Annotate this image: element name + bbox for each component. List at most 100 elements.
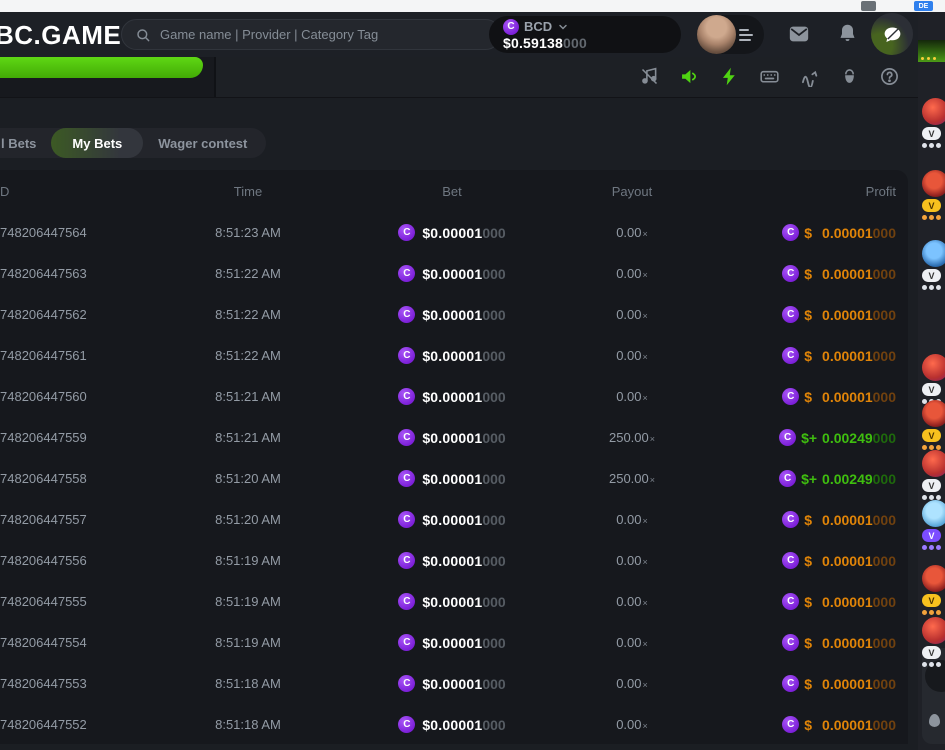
bet-payout: 0.00× bbox=[558, 389, 706, 404]
profit-sign: $ bbox=[804, 676, 812, 692]
bet-trailing-zeros: 000 bbox=[482, 553, 505, 569]
bet-amount: C$0.00001000 bbox=[346, 716, 558, 733]
table-row[interactable]: 7482064475638:51:22 AMC$0.000010000.00×C… bbox=[0, 253, 908, 294]
table-row[interactable]: 7482064475618:51:22 AMC$0.000010000.00×C… bbox=[0, 335, 908, 376]
user-menu[interactable] bbox=[697, 15, 764, 54]
chat-message-edge[interactable]: V bbox=[922, 98, 945, 148]
table-row[interactable]: 7482064475648:51:23 AMC$0.000010000.00×C… bbox=[0, 212, 908, 253]
bcd-coin-icon: C bbox=[398, 634, 415, 651]
chat-toggle-button[interactable] bbox=[871, 13, 913, 55]
balance-widget: C BCD $0.59138000 Wallet bbox=[489, 16, 681, 53]
chat-avatar[interactable] bbox=[922, 98, 945, 125]
bet-time: 8:51:20 AM bbox=[150, 471, 346, 486]
bet-profit: C$0.00001000 bbox=[706, 634, 896, 651]
chat-message-edge[interactable]: V bbox=[922, 500, 945, 550]
site-logo[interactable]: BC.GAME bbox=[0, 20, 121, 51]
chat-avatar[interactable] bbox=[922, 565, 945, 592]
chat-avatar[interactable] bbox=[922, 500, 945, 527]
bcd-coin-icon: C bbox=[398, 716, 415, 733]
multiplier-symbol: × bbox=[643, 721, 648, 731]
table-row[interactable]: 7482064475558:51:19 AMC$0.000010000.00×C… bbox=[0, 581, 908, 622]
tab-wager-contest[interactable]: Wager contest bbox=[143, 128, 262, 158]
bet-payout: 0.00× bbox=[558, 594, 706, 609]
chat-message-edge[interactable]: V bbox=[922, 617, 945, 667]
bet-trailing-zeros: 000 bbox=[482, 348, 505, 364]
vip-badge: V bbox=[922, 269, 941, 282]
browser-extension-de-badge[interactable]: DE bbox=[914, 1, 933, 11]
column-header-time: Time bbox=[150, 184, 346, 199]
profit-sign: $+ bbox=[801, 430, 817, 446]
bet-id: 748206447555 bbox=[0, 594, 150, 609]
browser-extension-icon[interactable] bbox=[861, 1, 876, 11]
table-row[interactable]: 7482064475578:51:20 AMC$0.000010000.00×C… bbox=[0, 499, 908, 540]
profit-sign: $ bbox=[804, 635, 812, 651]
chat-message-edge[interactable]: V bbox=[922, 354, 945, 404]
table-row[interactable]: 7482064475538:51:18 AMC$0.000010000.00×C… bbox=[0, 663, 908, 704]
bet-profit: C$0.00001000 bbox=[706, 593, 896, 610]
chat-message-edge[interactable]: V bbox=[922, 565, 945, 615]
bet-time: 8:51:23 AM bbox=[150, 225, 346, 240]
profit-trailing-zeros: 000 bbox=[873, 225, 896, 241]
bet-profit: C$+0.00249000 bbox=[706, 470, 896, 487]
bet-button-edge[interactable] bbox=[0, 57, 203, 78]
table-row[interactable]: 7482064475588:51:20 AMC$0.00001000250.00… bbox=[0, 458, 908, 499]
chat-avatar[interactable] bbox=[922, 450, 945, 477]
profit-trailing-zeros: 000 bbox=[873, 635, 896, 651]
chat-avatar[interactable] bbox=[922, 617, 945, 644]
tab-l-bets[interactable]: l Bets bbox=[0, 128, 51, 158]
vip-badge: V bbox=[922, 529, 941, 542]
search-placeholder: Game name | Provider | Category Tag bbox=[160, 27, 378, 42]
bcd-coin-icon: C bbox=[782, 552, 799, 569]
chat-avatar[interactable] bbox=[922, 400, 945, 427]
bet-id: 748206447559 bbox=[0, 430, 150, 445]
chat-avatar[interactable] bbox=[922, 354, 945, 381]
chat-message-edge[interactable]: V bbox=[922, 450, 945, 500]
bet-profit: C$0.00001000 bbox=[706, 306, 896, 323]
table-row[interactable]: 7482064475598:51:21 AMC$0.00001000250.00… bbox=[0, 417, 908, 458]
bolt-icon[interactable] bbox=[718, 65, 741, 88]
bell-icon[interactable] bbox=[837, 21, 858, 45]
help-icon[interactable] bbox=[878, 65, 901, 88]
tab-my-bets[interactable]: My Bets bbox=[51, 128, 143, 158]
medal-dots bbox=[922, 610, 945, 615]
bet-id: 748206447554 bbox=[0, 635, 150, 650]
sound-icon[interactable] bbox=[678, 65, 701, 88]
table-row[interactable]: 7482064475628:51:22 AMC$0.000010000.00×C… bbox=[0, 294, 908, 335]
table-row[interactable]: 7482064475608:51:21 AMC$0.000010000.00×C… bbox=[0, 376, 908, 417]
currency-code: BCD bbox=[524, 19, 552, 34]
trend-icon[interactable] bbox=[798, 65, 821, 88]
chat-message-edge[interactable]: V bbox=[922, 400, 945, 450]
table-row[interactable]: 7482064475528:51:18 AMC$0.000010000.00×C… bbox=[0, 704, 908, 745]
vip-badge: V bbox=[922, 479, 941, 492]
table-row[interactable]: 7482064475568:51:19 AMC$0.000010000.00×C… bbox=[0, 540, 908, 581]
multiplier-symbol: × bbox=[643, 516, 648, 526]
mail-icon[interactable] bbox=[787, 23, 811, 45]
medal-dots bbox=[922, 662, 945, 667]
multiplier-symbol: × bbox=[643, 639, 648, 649]
column-header-id: D bbox=[0, 184, 150, 199]
profit-sign: $ bbox=[804, 348, 812, 364]
profit-sign: $+ bbox=[801, 471, 817, 487]
bcd-coin-icon: C bbox=[398, 388, 415, 405]
currency-selector[interactable]: C BCD $0.59138000 bbox=[503, 18, 587, 51]
chat-message-edge[interactable]: V bbox=[922, 170, 945, 220]
table-header-row: D Time Bet Payout Profit bbox=[0, 170, 908, 212]
multiplier-symbol: × bbox=[643, 393, 648, 403]
multiplier-symbol: × bbox=[643, 598, 648, 608]
balance-trailing-zeros: 000 bbox=[563, 35, 587, 51]
bet-trailing-zeros: 000 bbox=[482, 471, 505, 487]
keyboard-icon[interactable] bbox=[758, 65, 781, 88]
seed-icon[interactable] bbox=[838, 65, 861, 88]
music-off-icon[interactable] bbox=[638, 65, 661, 88]
chat-avatar[interactable] bbox=[922, 170, 945, 197]
chat-sidebar-edge[interactable]: VVVVVVVVV bbox=[918, 12, 945, 750]
hamburger-menu-icon bbox=[739, 29, 753, 44]
chat-message-edge[interactable]: V bbox=[922, 240, 945, 290]
chat-avatar[interactable] bbox=[922, 240, 945, 267]
vip-badge: V bbox=[922, 594, 941, 607]
profit-trailing-zeros: 000 bbox=[873, 594, 896, 610]
avatar[interactable] bbox=[697, 15, 736, 54]
profit-sign: $ bbox=[804, 553, 812, 569]
search-input[interactable]: Game name | Provider | Category Tag bbox=[121, 19, 501, 50]
table-row[interactable]: 7482064475548:51:19 AMC$0.000010000.00×C… bbox=[0, 622, 908, 663]
